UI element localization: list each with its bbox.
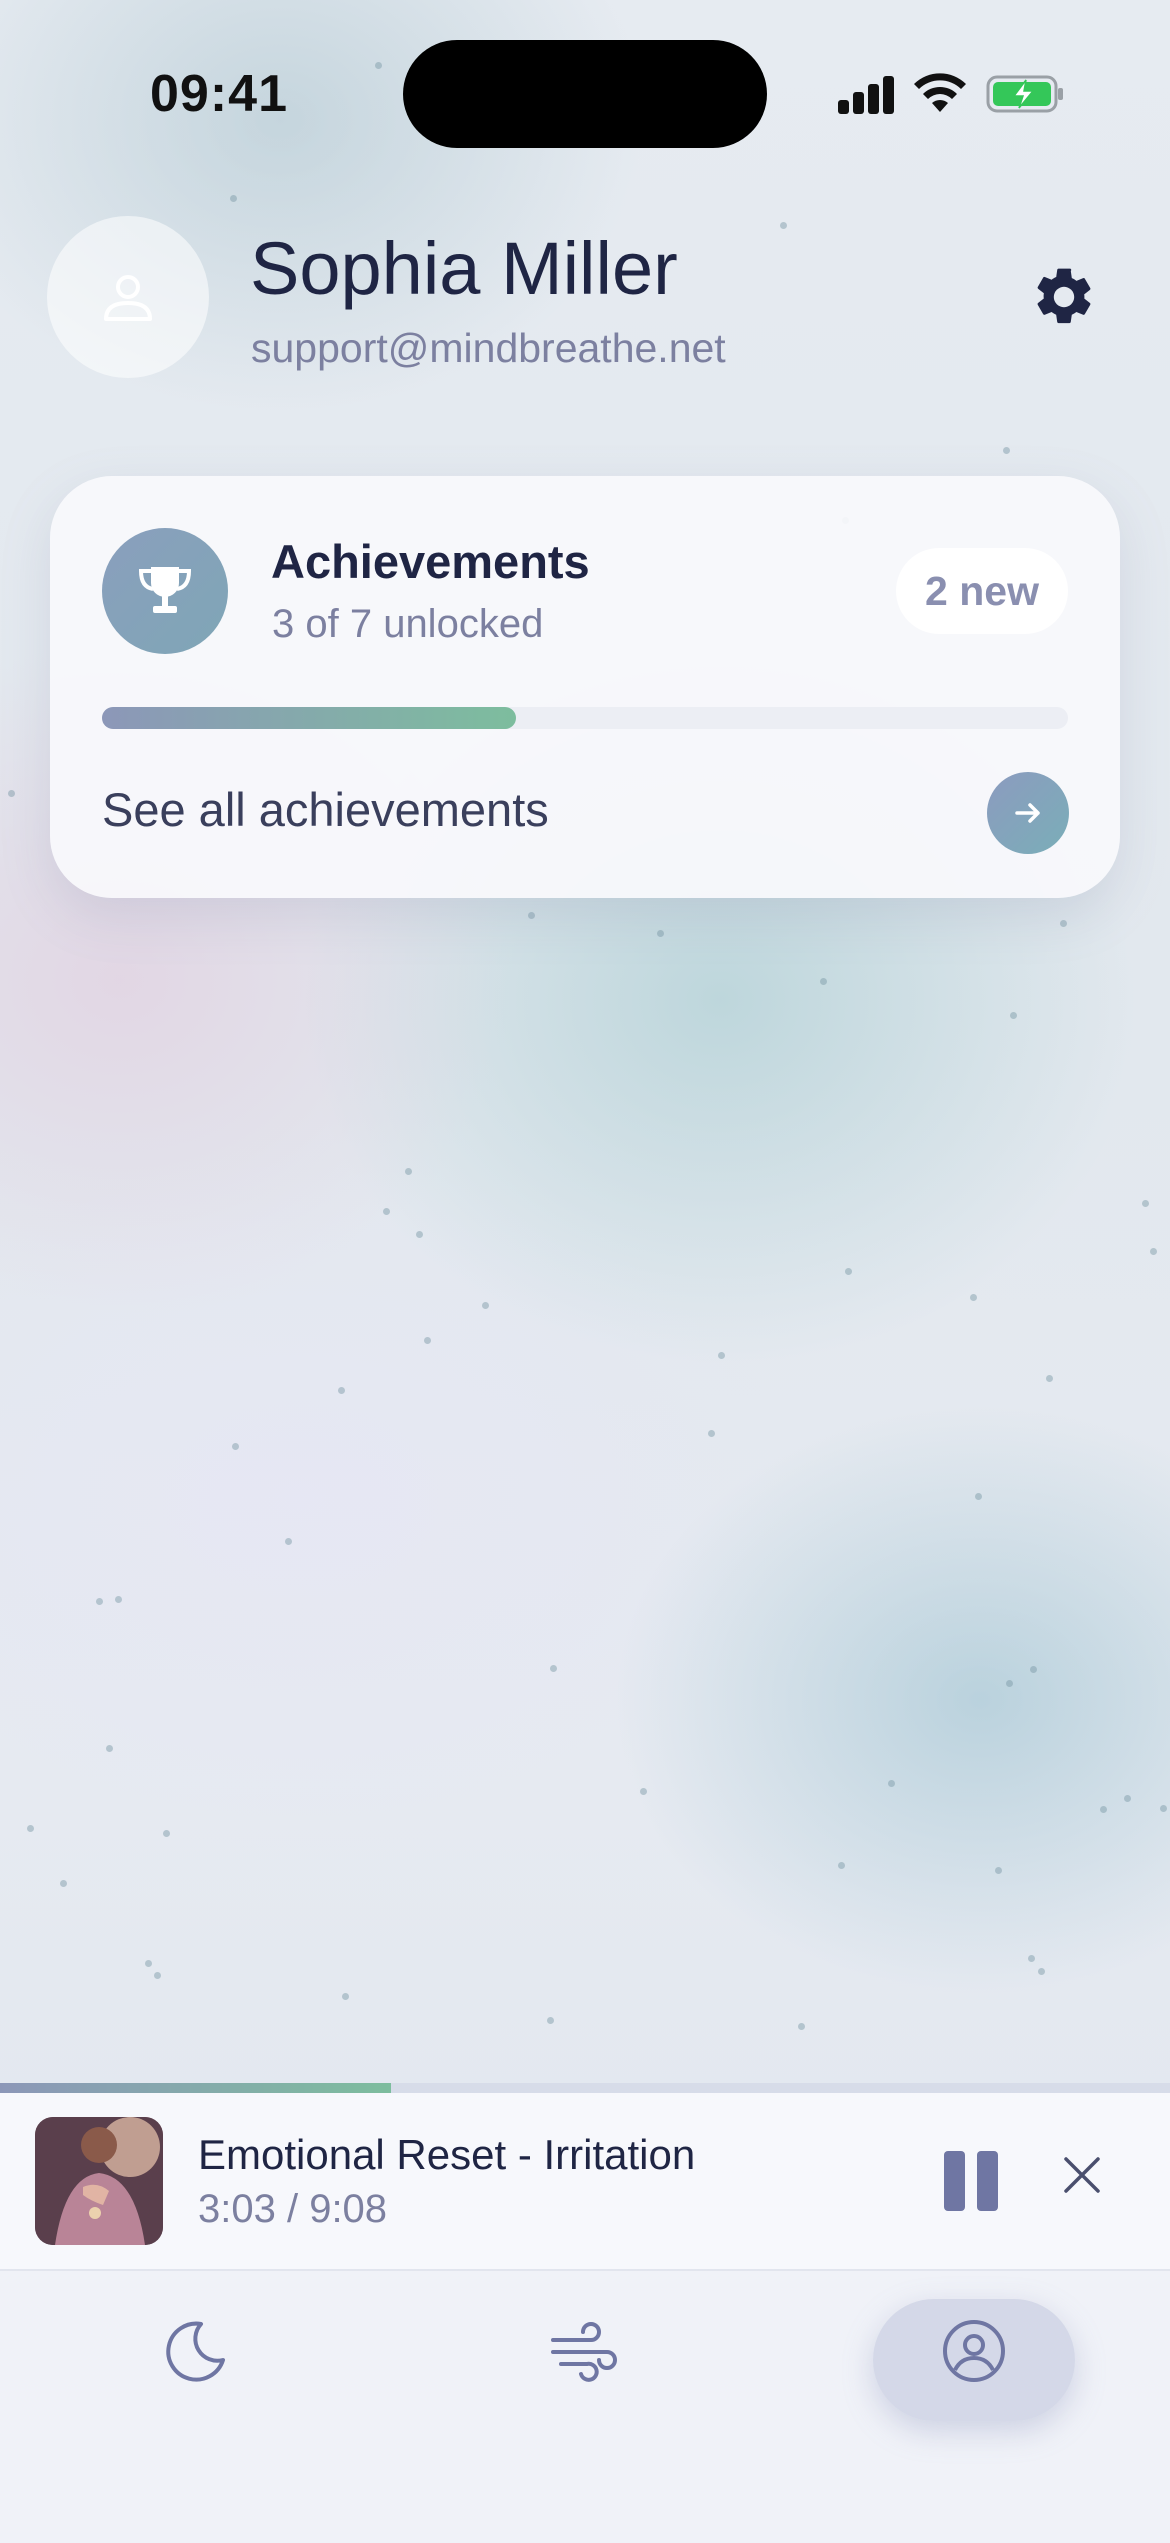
particle-dot [383,1208,390,1215]
particle-dot [8,790,15,797]
player-progress-fill [0,2083,391,2093]
arrow-right-icon [1015,803,1040,823]
particle-dot [1124,1795,1131,1802]
particle-dot [528,912,535,919]
particle-dot [547,2017,554,2024]
tab-bar [0,2269,1170,2543]
particle-dot [154,1972,161,1979]
wifi-icon [914,73,966,112]
moon-icon [166,2321,225,2382]
particle-dot [550,1665,557,1672]
particle-dot [230,195,237,202]
particle-dot [1046,1375,1053,1382]
particle-dot [96,1598,103,1605]
particle-dot [338,1387,345,1394]
particle-dot [970,1294,977,1301]
tab-breathe[interactable] [485,2271,685,2431]
achievements-progress-fill [102,707,517,729]
particle-dot [1030,1666,1037,1673]
particle-dot [106,1745,113,1752]
dynamic-island [403,40,767,148]
battery-charging-icon [986,75,1063,113]
particle-dot [145,1960,152,1967]
new-achievements-badge: 2 new [896,548,1068,634]
particle-dot [285,1538,292,1545]
track-artwork [35,2117,163,2245]
particle-dot [1100,1806,1107,1813]
particle-dot [820,978,827,985]
pause-icon-bar [977,2151,998,2211]
particle-dot [708,1430,715,1437]
user-email: support@mindbreathe.net [251,325,726,371]
tab-sleep[interactable] [96,2271,296,2431]
signal-icon [838,74,894,114]
particle-dot [115,1596,122,1603]
particle-dot [424,1337,431,1344]
artwork-figure [35,2117,163,2245]
particle-dot [718,1352,725,1359]
close-icon[interactable] [1062,2155,1102,2195]
particle-dot [27,1825,34,1832]
track-time: 3:03 / 9:08 [198,2187,388,2231]
pause-button[interactable] [944,2151,1000,2211]
particle-dot [1028,1955,1035,1962]
profile-icon [943,2320,1005,2382]
particle-dot [60,1880,67,1887]
particle-dot [342,1993,349,2000]
particle-dot [1142,1200,1149,1207]
status-bar: 09:41 [0,0,1170,190]
particle-dot [888,1780,895,1787]
trophy-icon [138,567,192,613]
particle-dot [232,1443,239,1450]
particle-dot [416,1231,423,1238]
track-title: Emotional Reset - Irritation [198,2131,696,2178]
mini-player[interactable]: Emotional Reset - Irritation 3:03 / 9:08 [0,2093,1170,2269]
particle-dot [1003,447,1010,454]
particle-dot [1038,1968,1045,1975]
particle-dot [405,1168,412,1175]
user-icon [104,275,152,321]
see-all-arrow-button[interactable] [987,772,1069,854]
achievements-title: Achievements [271,535,590,588]
player-progress-bar[interactable] [0,2083,1170,2093]
particle-dot [482,1302,489,1309]
particle-dot [1150,1248,1157,1255]
trophy-badge [102,528,228,654]
particle-dot [1010,1012,1017,1019]
achievements-card[interactable]: Achievements 3 of 7 unlocked 2 new See a… [50,476,1120,898]
achievements-progress-bar [102,707,1068,729]
particle-dot [838,1862,845,1869]
particle-dot [798,2023,805,2030]
particle-dot [975,1493,982,1500]
particle-dot [1006,1680,1013,1687]
user-name: Sophia Miller [250,227,678,310]
particle-dot [780,222,787,229]
particle-dot [845,1268,852,1275]
pause-icon [944,2151,965,2211]
see-all-achievements-link[interactable]: See all achievements [102,782,549,837]
gear-icon[interactable] [1030,263,1098,331]
particle-dot [657,930,664,937]
particle-dot [1160,1805,1167,1812]
tab-profile[interactable] [874,2271,1074,2431]
avatar[interactable] [47,216,209,378]
particle-dot [1060,920,1067,927]
particle-dot [163,1830,170,1837]
particle-dot [640,1788,647,1795]
achievements-count: 3 of 7 unlocked [272,602,544,646]
status-time: 09:41 [150,65,288,123]
wind-icon [551,2322,617,2382]
particle-dot [995,1867,1002,1874]
